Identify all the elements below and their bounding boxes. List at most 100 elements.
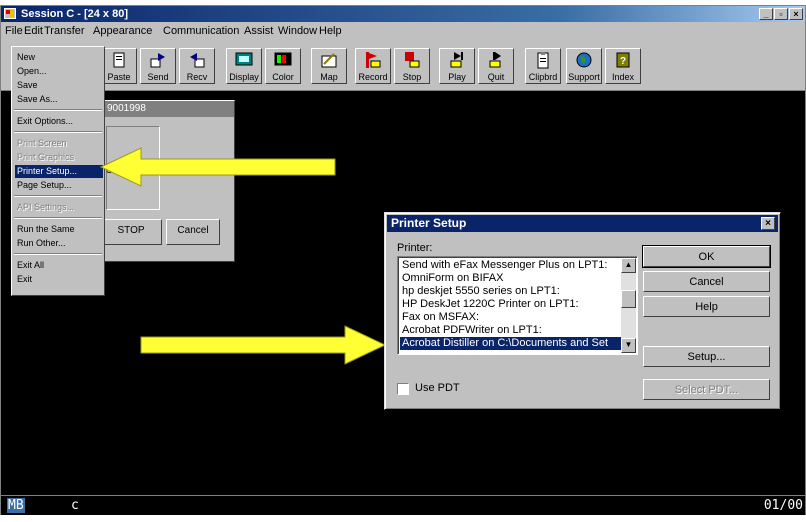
toolbar-label: Paste (107, 72, 131, 82)
app-icon[interactable] (4, 8, 16, 19)
minimize-button[interactable]: _ (759, 8, 773, 20)
menu-item-page-setup[interactable]: Page Setup... (15, 179, 103, 192)
play-icon (448, 51, 466, 69)
toolbar-label: Recv (186, 72, 208, 82)
toolbar-display-button[interactable]: Display (226, 48, 262, 84)
adobe-distiller-arrow (140, 325, 387, 365)
list-item[interactable]: OmniForm on BIFAX (400, 272, 622, 285)
menu-help[interactable]: Help (319, 25, 342, 37)
send-icon (149, 51, 167, 69)
stop-icon (403, 51, 421, 69)
list-item[interactable]: HP DeskJet 1220C Printer on LPT1: (400, 298, 622, 311)
list-item[interactable]: Acrobat PDFWriter on LPT1: (400, 324, 622, 337)
paste-icon (110, 51, 128, 69)
toolbar-recv-button[interactable]: Recv (179, 48, 215, 84)
list-item[interactable]: hp deskjet 5550 series on LPT1: (400, 285, 622, 298)
toolbar-label: Display (229, 72, 259, 82)
index-book-icon: ? (614, 51, 632, 69)
toolbar-label: Color (272, 72, 294, 82)
toolbar-map-button[interactable]: Map (311, 48, 347, 84)
status-cursor-position: 01/00 (763, 498, 803, 513)
menu-item-new[interactable]: New (15, 51, 103, 64)
support-globe-icon (575, 51, 593, 69)
map-icon (320, 51, 338, 69)
window-titlebar: Session C - [24 x 80] _ ▫ × (1, 6, 805, 22)
svg-text:?: ? (620, 56, 626, 67)
color-icon (274, 51, 292, 69)
dialog-title: Printer Setup (391, 216, 467, 230)
toolbar-support-button[interactable]: Support (566, 48, 602, 84)
menu-item-printer-setup[interactable]: Printer Setup... (15, 165, 103, 178)
status-bar: MB c 01/00 (1, 495, 805, 515)
menu-item-exit[interactable]: Exit (15, 273, 103, 286)
toolbar-play-button[interactable]: Play (439, 48, 475, 84)
toolbar-label: Clipbrd (528, 72, 558, 82)
menu-item-exit-options[interactable]: Exit Options... (15, 115, 103, 128)
session-window: Session C - [24 x 80] _ ▫ × File Edit Tr… (0, 5, 806, 515)
printer-label: Printer: (397, 242, 433, 254)
ok-button[interactable]: OK (642, 245, 771, 268)
cancel-button[interactable]: Cancel (166, 219, 220, 245)
help-button[interactable]: Help (643, 296, 770, 317)
use-pdt-checkbox[interactable] (397, 383, 409, 395)
toolbar-stop-button[interactable]: Stop (394, 48, 430, 84)
toolbar-label: Record (358, 72, 388, 82)
toolbar-label: Send (147, 72, 169, 82)
menu-item-run-other[interactable]: Run Other... (15, 237, 103, 250)
menu-item-open[interactable]: Open... (15, 65, 103, 78)
cancel-button[interactable]: Cancel (643, 271, 770, 292)
stop-button[interactable]: STOP (100, 219, 162, 245)
menu-appearance[interactable]: Appearance (93, 25, 152, 37)
toolbar-record-button[interactable]: Record (355, 48, 391, 84)
menu-transfer[interactable]: Transfer (44, 25, 85, 37)
quit-icon (487, 51, 505, 69)
toolbar-color-button[interactable]: Color (265, 48, 301, 84)
toolbar-label: Map (320, 72, 338, 82)
menu-communication[interactable]: Communication (163, 25, 239, 37)
menu-item-exit-all[interactable]: Exit All (15, 259, 103, 272)
printer-setup-callout: PRINTER SETUP (345, 161, 506, 183)
select-pdt-button: Select PDT... (643, 379, 770, 400)
menu-window[interactable]: Window (278, 25, 317, 37)
menu-item-print-graphics: Print Graphics (17, 152, 75, 162)
toolbar-send-button[interactable]: Send (140, 48, 176, 84)
list-item[interactable]: Fax on MSFAX: (400, 311, 622, 324)
toolbar-paste-button[interactable]: Paste (101, 48, 137, 84)
clipboard-icon (534, 51, 552, 69)
restore-button[interactable]: ▫ (774, 8, 788, 20)
menu-file[interactable]: File (5, 25, 23, 37)
toolbar-clipbrd-button[interactable]: Clipbrd (525, 48, 561, 84)
toolbar-quit-button[interactable]: Quit (478, 48, 514, 84)
toolbar-label: Play (448, 72, 466, 82)
file-menu: New Open... Save Save As... Exit Options… (11, 46, 105, 296)
scroll-thumb[interactable] (621, 290, 636, 308)
list-item-selected[interactable]: Acrobat Distiller on C:\Documents and Se… (400, 337, 622, 350)
setup-button[interactable]: Setup... (643, 346, 770, 367)
menu-separator (14, 109, 102, 111)
toolbar-label: Quit (487, 72, 505, 82)
menu-edit[interactable]: Edit (24, 25, 43, 37)
toolbar-label: Support (568, 72, 600, 82)
menu-assist[interactable]: Assist (244, 25, 273, 37)
scroll-down-arrow-icon[interactable]: ▼ (621, 338, 636, 353)
menu-item-save-as[interactable]: Save As... (15, 93, 103, 106)
menu-item-api-settings: API Settings... (17, 202, 75, 212)
record-icon (364, 51, 382, 69)
menu-separator (14, 131, 102, 133)
menu-separator (14, 217, 102, 219)
use-pdt-label: Use PDT (415, 382, 460, 394)
scroll-up-arrow-icon[interactable]: ▲ (621, 258, 636, 273)
close-button[interactable]: × (789, 8, 803, 20)
status-mode: MB (7, 498, 25, 513)
dialog-close-button[interactable]: × (761, 217, 775, 230)
printer-list[interactable]: Send with eFax Messenger Plus on LPT1: O… (397, 256, 638, 355)
list-item[interactable]: Send with eFax Messenger Plus on LPT1: (400, 259, 622, 272)
menu-item-save[interactable]: Save (15, 79, 103, 92)
menu-item-run-the-same[interactable]: Run the Same (15, 223, 103, 236)
toolbar-index-button[interactable]: ? Index (605, 48, 641, 84)
status-session: c (71, 498, 79, 513)
menu-bar: File Edit Transfer Appearance Communicat… (1, 22, 805, 40)
list-scrollbar[interactable]: ▲ ▼ (621, 258, 636, 353)
toolbar: Paste Send Recv Display Color Map Record (1, 40, 805, 91)
adobe-distiller-callout: ADOBE DISTILLER (137, 379, 319, 401)
